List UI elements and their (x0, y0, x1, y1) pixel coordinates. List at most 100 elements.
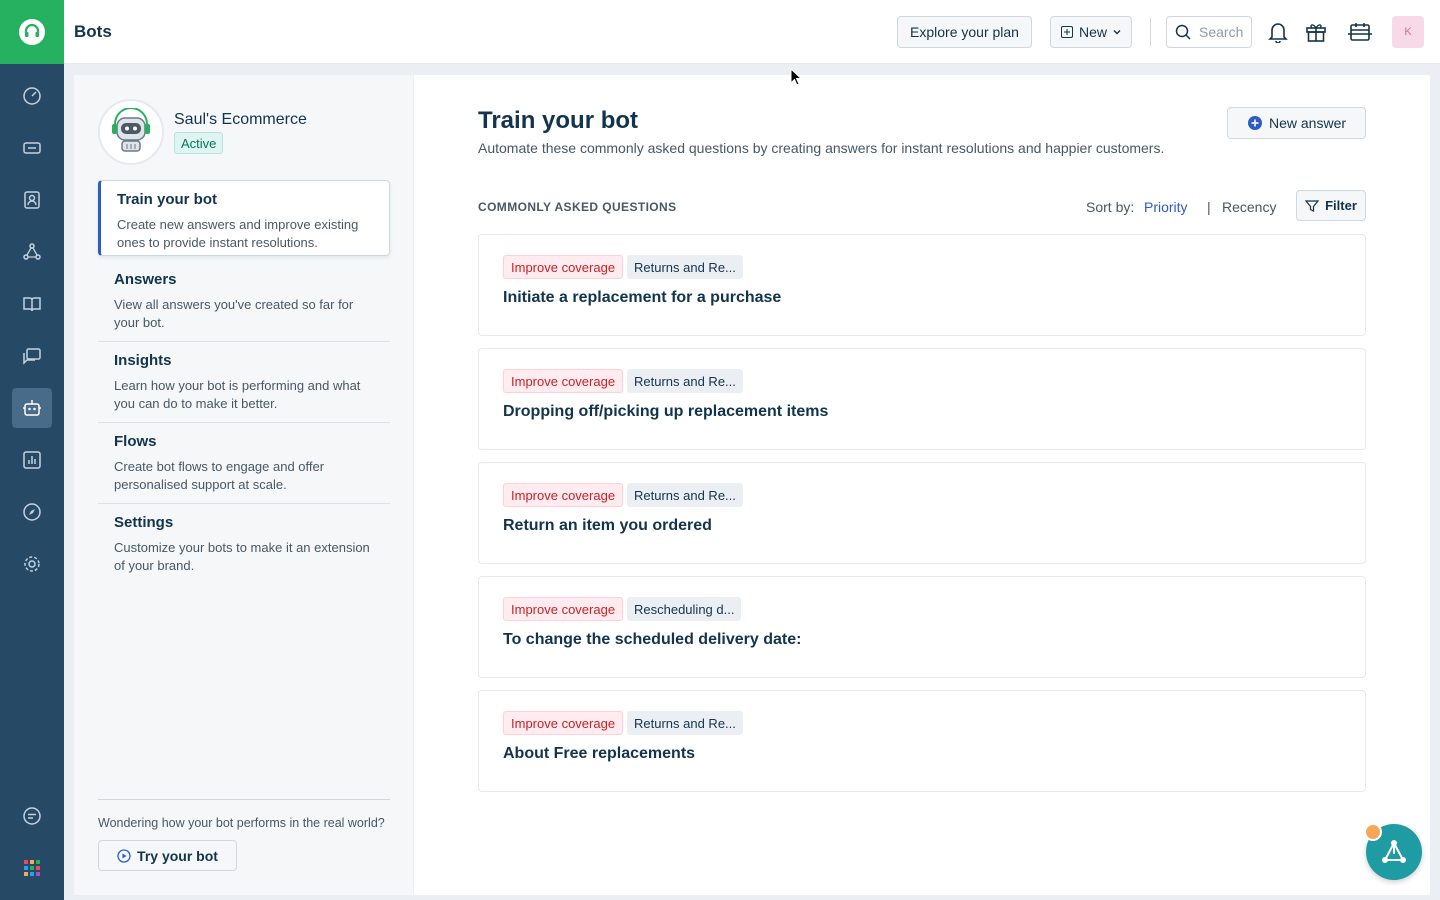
chat-icon (23, 348, 41, 365)
question-card[interactable]: Improve coverage Returns and Re... Initi… (478, 234, 1366, 336)
rail-dashboard[interactable] (12, 76, 52, 116)
category-tag: Rescheduling d... (627, 597, 742, 621)
headset-logo-icon (19, 19, 45, 45)
sidebar-item-insights[interactable]: Insights Learn how your bot is performin… (98, 342, 390, 423)
sidebar-item-title: Settings (114, 514, 174, 531)
filter-icon (1305, 199, 1320, 212)
question-card[interactable]: Improve coverage Returns and Re... Retur… (478, 462, 1366, 564)
plus-circle-icon (1247, 116, 1262, 130)
sidebar-item-desc: Learn how your bot is performing and wha… (114, 378, 361, 411)
topbar-divider (1150, 18, 1151, 46)
improve-coverage-tag: Improve coverage (503, 483, 624, 507)
filter-button[interactable]: Filter (1296, 190, 1366, 221)
category-tag: Returns and Re... (627, 711, 743, 735)
search-placeholder: Search (1199, 24, 1244, 40)
rail-reports[interactable] (12, 440, 52, 480)
bot-icon (23, 400, 41, 416)
sidebar-item-desc: Create bot flows to engage and offer per… (114, 459, 325, 492)
question-card[interactable]: Improve coverage Returns and Re... About… (478, 690, 1366, 792)
message-icon (23, 807, 41, 825)
sidebar-item-title: Answers (114, 271, 177, 288)
notification-dot (1364, 823, 1382, 841)
calendar-icon (1348, 23, 1372, 41)
compass-icon (23, 503, 41, 521)
bot-sidebar: Saul's Ecommerce Active Train your bot C… (74, 75, 414, 895)
app-grid-icon (24, 860, 40, 876)
ticket-icon (23, 142, 41, 154)
search-input[interactable]: Search (1166, 16, 1252, 48)
mouse-cursor-icon (790, 68, 803, 86)
rail-settings[interactable] (12, 544, 52, 584)
try-your-bot-button[interactable]: Try your bot (98, 840, 237, 871)
section-label: COMMONLY ASKED QUESTIONS (478, 200, 677, 214)
sidebar-item-title: Insights (114, 352, 172, 369)
top-bar: Bots Explore your plan New Search K (64, 0, 1440, 64)
sort-recency-option[interactable]: Recency (1222, 199, 1276, 215)
rail-apps[interactable] (12, 848, 52, 888)
sort-priority-option[interactable]: Priority (1144, 199, 1188, 215)
question-text: Dropping off/picking up replacement item… (503, 403, 829, 420)
rail-contacts[interactable] (12, 180, 52, 220)
new-answer-button[interactable]: New answer (1227, 107, 1366, 139)
dashboard-icon (23, 87, 41, 105)
search-icon (1175, 24, 1191, 40)
filter-label: Filter (1325, 198, 1357, 213)
new-button[interactable]: New (1050, 16, 1132, 48)
category-tag: Returns and Re... (627, 255, 743, 279)
question-text: To change the scheduled delivery date: (503, 631, 802, 648)
gift-button[interactable] (1304, 20, 1328, 44)
improve-coverage-tag: Improve coverage (503, 369, 624, 393)
network-triangle-icon (1382, 840, 1406, 863)
main-card: Saul's Ecommerce Active Train your bot C… (74, 75, 1430, 895)
freshdesk-logo[interactable] (0, 0, 64, 64)
new-answer-label: New answer (1268, 115, 1347, 131)
try-bot-prompt: Wondering how your bot performs in the r… (98, 816, 385, 830)
sidebar-item-desc: View all answers you've created so far f… (114, 297, 354, 330)
content-subtitle: Automate these commonly asked questions … (478, 140, 1165, 156)
gear-icon (24, 556, 40, 572)
improve-coverage-tag: Improve coverage (503, 597, 624, 621)
sidebar-item-desc: Customize your bots to make it an extens… (114, 540, 370, 573)
user-avatar[interactable]: K (1392, 16, 1424, 48)
question-card[interactable]: Improve coverage Returns and Re... Dropp… (478, 348, 1366, 450)
question-text: Return an item you ordered (503, 517, 712, 534)
rail-feedback[interactable] (12, 796, 52, 836)
status-badge: Active (174, 132, 224, 154)
sidebar-item-flows[interactable]: Flows Create bot flows to engage and off… (98, 423, 390, 504)
sidebar-item-title: Train your bot (117, 191, 218, 208)
content-title: Train your bot (478, 107, 639, 134)
network-icon (23, 243, 41, 260)
improve-coverage-tag: Improve coverage (503, 255, 624, 279)
bot-name: Saul's Ecommerce (174, 111, 307, 128)
play-circle-icon (117, 848, 131, 863)
sidebar-item-train[interactable]: Train your bot Create new answers and im… (98, 180, 390, 256)
question-text: About Free replacements (503, 745, 696, 762)
chart-icon (23, 451, 41, 469)
rail-tickets[interactable] (12, 128, 52, 168)
notifications-button[interactable] (1266, 20, 1290, 44)
page-title: Bots (74, 22, 112, 41)
explore-plan-button[interactable]: Explore your plan (897, 16, 1032, 48)
rail-knowledge-base[interactable] (12, 284, 52, 324)
rail-conversations[interactable] (12, 336, 52, 376)
robot-avatar-icon (112, 108, 150, 152)
question-card[interactable]: Improve coverage Rescheduling d... To ch… (478, 576, 1366, 678)
sidebar-item-desc: Create new answers and improve existing … (117, 217, 359, 250)
new-button-label: New (1078, 24, 1107, 40)
category-tag: Returns and Re... (627, 483, 743, 507)
book-icon (23, 297, 41, 312)
sidebar-item-settings[interactable]: Settings Customize your bots to make it … (98, 504, 390, 585)
chevron-down-icon (1113, 30, 1121, 35)
sidebar-item-answers[interactable]: Answers View all answers you've created … (98, 261, 390, 342)
rail-discover[interactable] (12, 492, 52, 532)
rail-bots[interactable] (12, 388, 52, 428)
left-nav-rail (0, 0, 64, 900)
bell-icon (1268, 23, 1288, 43)
bot-avatar (98, 99, 164, 165)
sort-label: Sort by: (1086, 199, 1135, 215)
contacts-icon (24, 191, 40, 209)
gift-icon (1306, 24, 1326, 42)
calendar-button[interactable] (1346, 20, 1374, 44)
rail-groups[interactable] (12, 232, 52, 272)
category-tag: Returns and Re... (627, 369, 743, 393)
